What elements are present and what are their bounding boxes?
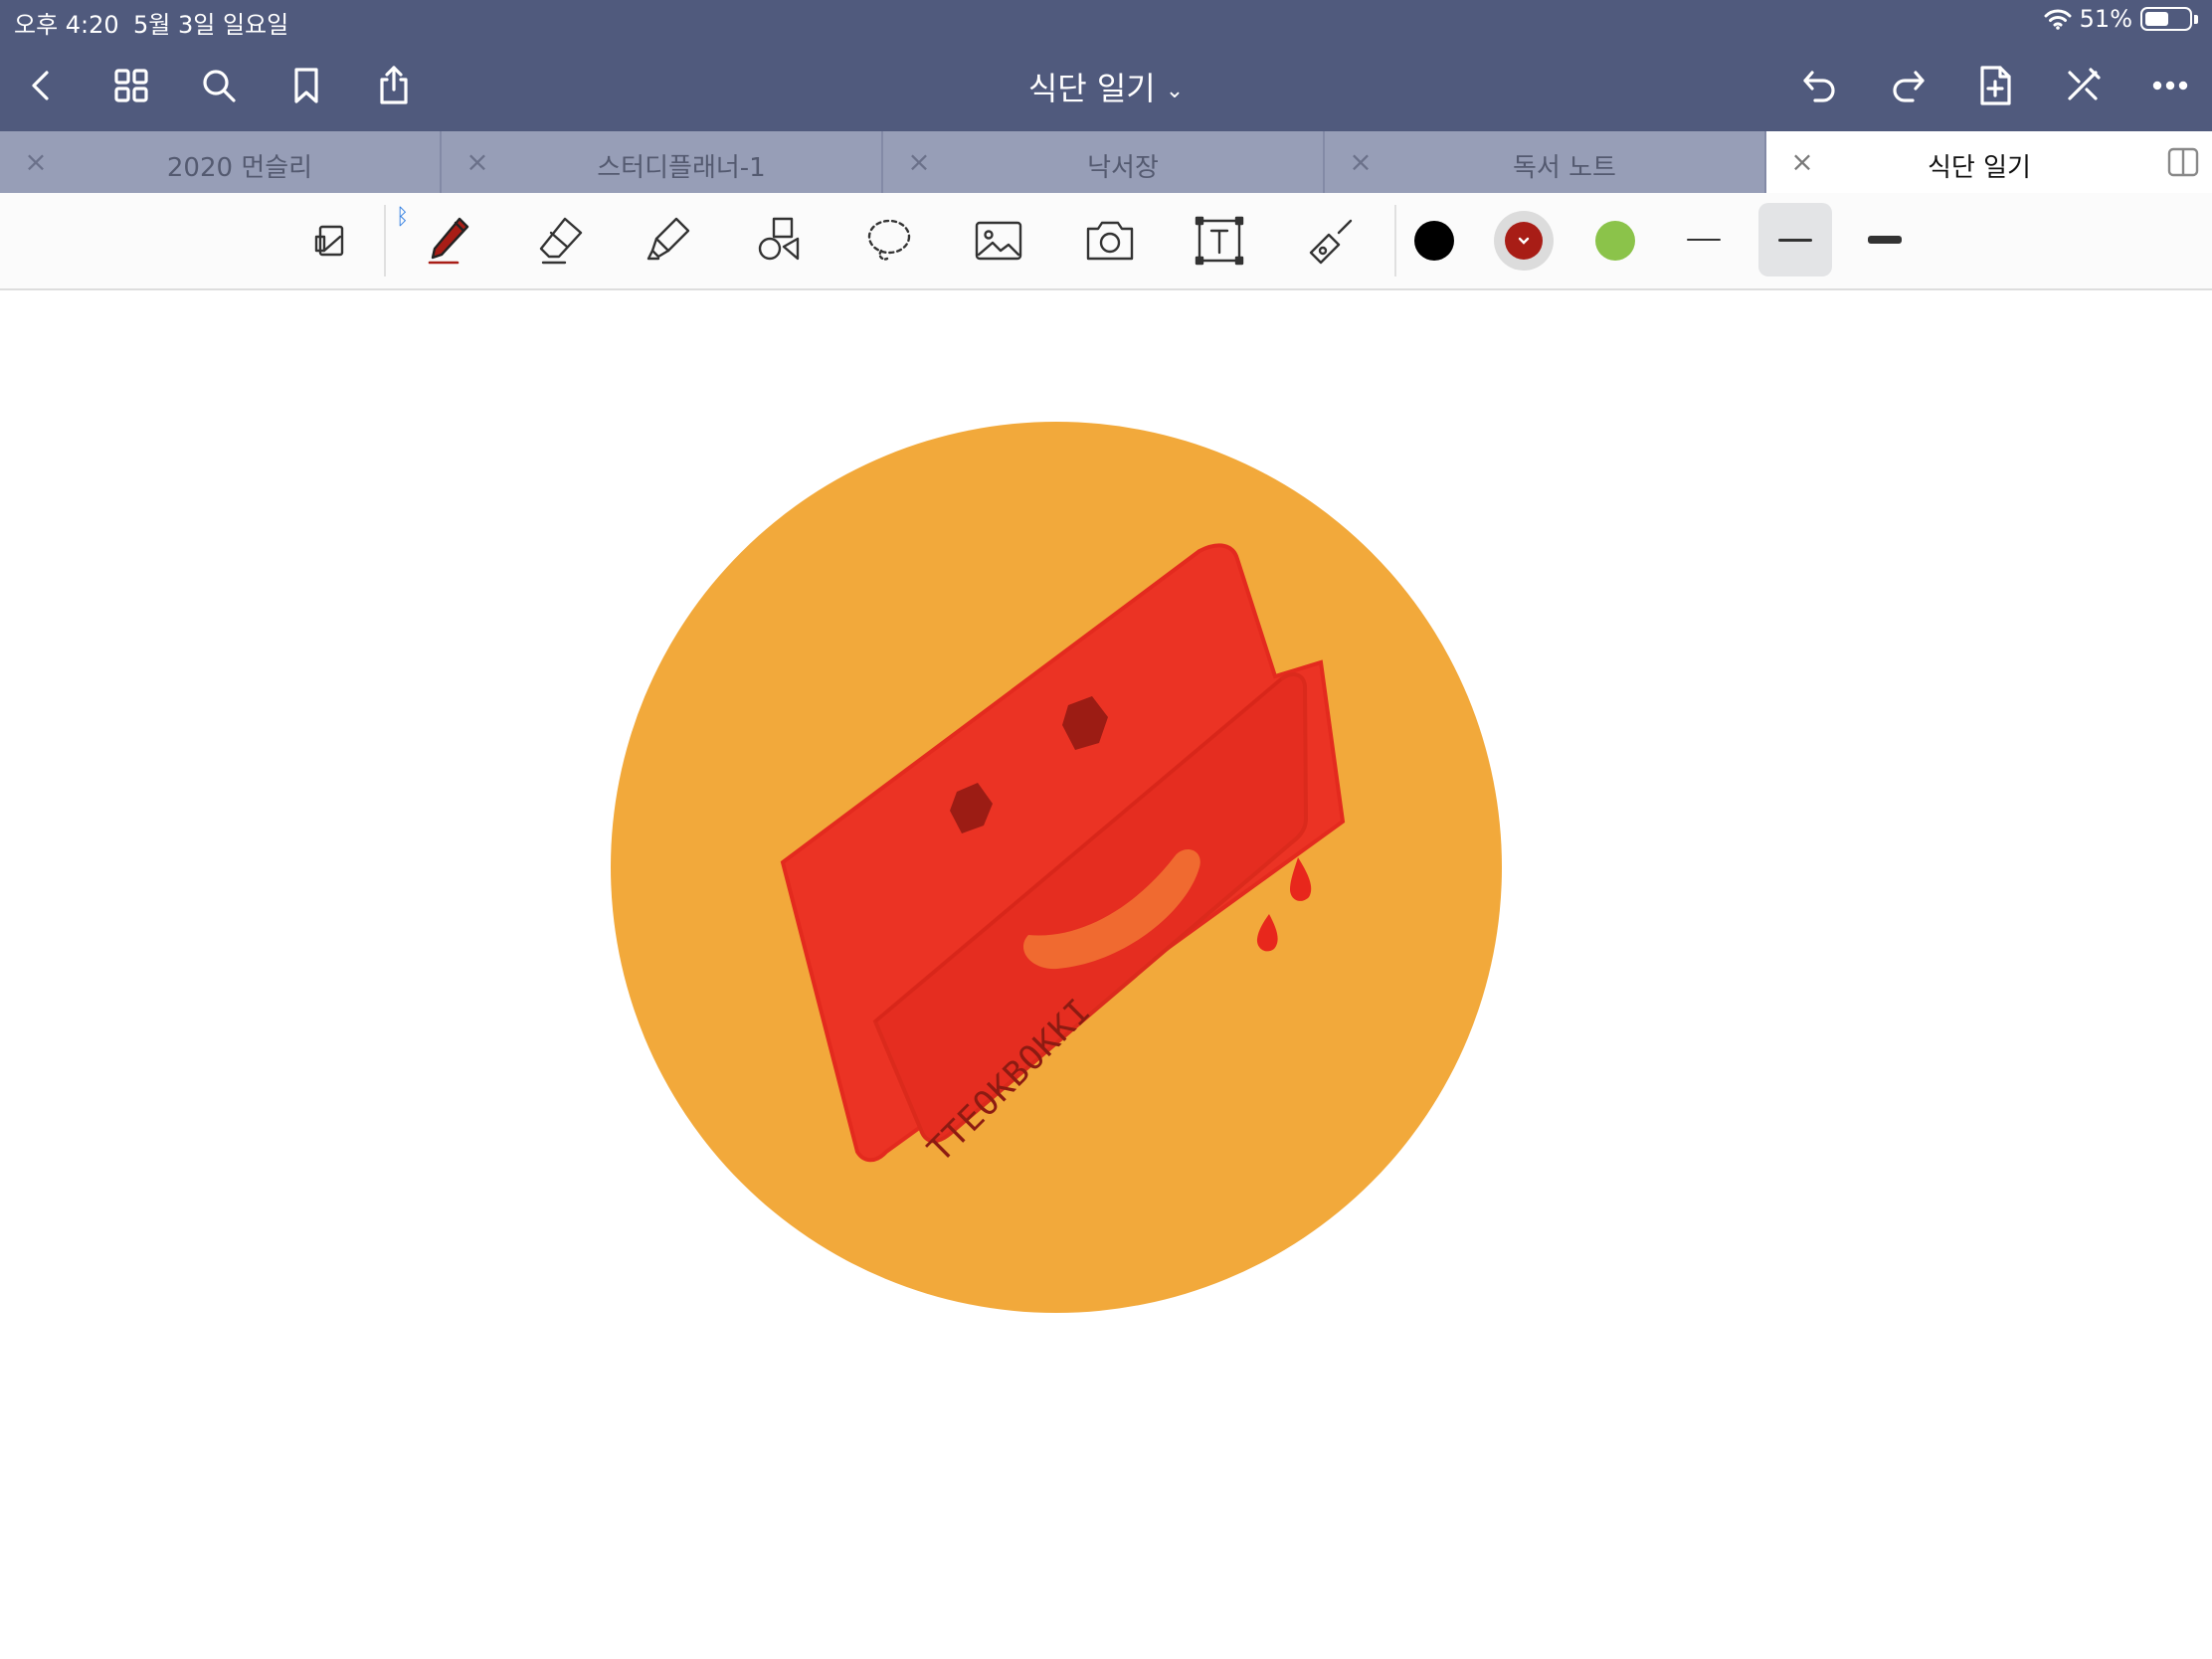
close-icon[interactable]: ×	[461, 145, 493, 178]
drawing-toolbar: ᛒ	[0, 193, 2212, 290]
tteokbokki-drawing: TTEOKBOKKI	[611, 422, 1502, 1313]
status-date: 5월 3일 일요일	[133, 11, 289, 39]
tab-label: 스터디플래너-1	[597, 153, 766, 183]
undo-icon[interactable]	[1792, 58, 1848, 113]
status-right: 51%	[2044, 5, 2198, 33]
document-title: 식단 일기	[1027, 70, 1156, 107]
tab-bar: × 2020 먼슬리 × 스터디플래너-1 × 낙서장 × 독서 노트 × 식단…	[0, 131, 2212, 193]
shapes-icon[interactable]	[748, 209, 812, 273]
stroke-width-medium[interactable]	[1758, 203, 1832, 276]
status-time: 오후 4:20	[14, 11, 119, 39]
highlighter-icon[interactable]	[639, 209, 702, 273]
battery-icon	[2140, 7, 2192, 31]
add-page-icon[interactable]	[1967, 58, 2023, 113]
tab-reading-notes[interactable]: × 독서 노트	[1325, 131, 1766, 193]
eraser-icon[interactable]	[529, 209, 593, 273]
laser-pointer-icon[interactable]	[1299, 209, 1363, 273]
tab-diet-diary[interactable]: × 식단 일기	[1766, 131, 2212, 193]
close-icon[interactable]: ×	[1786, 145, 1818, 178]
lasso-icon[interactable]	[857, 209, 921, 273]
tab-label: 낙서장	[1087, 153, 1159, 183]
note-canvas[interactable]: TTEOKBOKKI	[0, 290, 2212, 1659]
wifi-icon	[2044, 9, 2072, 30]
redo-icon[interactable]	[1880, 58, 1936, 113]
image-icon[interactable]	[967, 209, 1030, 273]
close-icon[interactable]: ×	[903, 145, 935, 178]
tab-doodle[interactable]: × 낙서장	[883, 131, 1325, 193]
close-pen-icon[interactable]	[2055, 58, 2111, 113]
chevron-down-icon: ⌄	[1165, 78, 1185, 103]
status-bar: 오후 4:20 5월 3일 일요일 51%	[0, 0, 2212, 42]
more-icon[interactable]	[2142, 58, 2198, 113]
tab-study-planner[interactable]: × 스터디플래너-1	[442, 131, 883, 193]
color-swatch-black[interactable]	[1414, 221, 1454, 261]
close-icon[interactable]: ×	[1345, 145, 1377, 178]
tab-label: 식단 일기	[1928, 153, 2031, 183]
tab-label: 2020 먼슬리	[166, 153, 313, 183]
camera-icon[interactable]	[1078, 209, 1142, 273]
color-swatch-red[interactable]	[1505, 222, 1543, 260]
battery-percent: 51%	[2079, 5, 2132, 33]
color-swatch-selected-ring[interactable]	[1494, 211, 1554, 271]
color-swatch-green[interactable]	[1595, 221, 1635, 261]
split-view-icon[interactable]	[2166, 145, 2200, 179]
navigation-bar: 식단 일기 ⌄	[0, 42, 2212, 131]
page-view-icon[interactable]	[300, 209, 364, 273]
tab-2020-monthly[interactable]: × 2020 먼슬리	[0, 131, 442, 193]
tab-label: 독서 노트	[1513, 153, 1616, 183]
stroke-width-thin[interactable]	[1667, 203, 1741, 276]
close-icon[interactable]: ×	[20, 145, 52, 178]
stroke-width-thick[interactable]	[1848, 203, 1922, 276]
bluetooth-icon: ᛒ	[396, 205, 410, 230]
pen-icon[interactable]	[418, 209, 481, 273]
chevron-down-icon	[1518, 237, 1530, 245]
text-icon[interactable]	[1188, 209, 1251, 273]
